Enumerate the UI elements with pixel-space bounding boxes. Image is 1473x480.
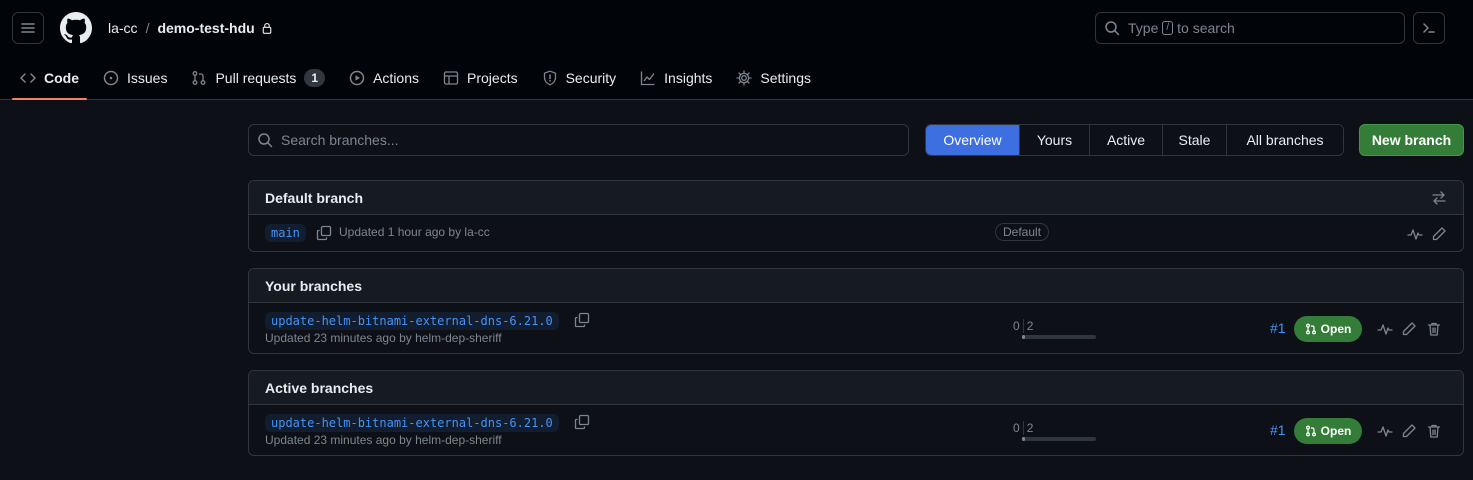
- activity-icon[interactable]: [1406, 225, 1424, 243]
- table-icon: [443, 71, 459, 85]
- pencil-icon[interactable]: [1430, 225, 1448, 243]
- graph-icon: [641, 71, 655, 86]
- section-title: Active branches: [265, 379, 374, 396]
- tab-insights-label: Insights: [664, 70, 713, 86]
- behind-count: 0: [1013, 421, 1020, 435]
- activity-icon[interactable]: [1376, 320, 1394, 338]
- pull-request-icon: [193, 71, 206, 85]
- tab-code-label: Code: [44, 70, 79, 86]
- pr-status-label: Open: [1320, 322, 1352, 336]
- app-header: la-cc / demo-test-hdu Type / to search C…: [0, 0, 1473, 100]
- tab-pull-requests-label: Pull requests: [215, 70, 297, 86]
- activity-icon[interactable]: [1376, 422, 1394, 440]
- breadcrumb: la-cc / demo-test-hdu: [108, 18, 273, 38]
- branch-name-link[interactable]: update-helm-bitnami-external-dns-6.21.0: [265, 414, 559, 432]
- ahead-behind-counts: 0 2: [1013, 421, 1033, 435]
- branch-updated-text: Updated 1 hour ago by la-cc: [339, 225, 490, 239]
- active-branches-header: Active branches: [249, 371, 1463, 405]
- copy-icon[interactable]: [315, 224, 333, 242]
- filter-yours[interactable]: Yours: [1020, 125, 1090, 155]
- trash-icon[interactable]: [1425, 422, 1443, 440]
- branch-row: main Updated 1 hour ago by la-cc Default: [249, 215, 1463, 251]
- ahead-count: 2: [1026, 421, 1034, 435]
- default-branch-header: Default branch: [249, 181, 1463, 215]
- tab-pull-requests[interactable]: Pull requests 1: [183, 56, 333, 100]
- tab-issues[interactable]: Issues: [95, 56, 175, 100]
- owner-link[interactable]: la-cc: [108, 20, 138, 36]
- shield-icon: [543, 70, 556, 86]
- terminal-icon: [1423, 23, 1435, 33]
- arrow-switch-icon[interactable]: [1431, 190, 1447, 209]
- repo-nav: Code Issues Pull requests 1 Actions Proj…: [12, 56, 827, 100]
- branch-row: update-helm-bitnami-external-dns-6.21.0 …: [249, 405, 1463, 455]
- filter-overview[interactable]: Overview: [926, 125, 1020, 155]
- copy-icon[interactable]: [573, 311, 591, 329]
- ahead-behind-bar: [1022, 437, 1096, 441]
- tab-insights[interactable]: Insights: [632, 56, 720, 100]
- tab-projects-label: Projects: [467, 70, 518, 86]
- branch-search-input[interactable]: Search branches...: [248, 124, 909, 156]
- ahead-count: 2: [1026, 319, 1034, 333]
- pencil-icon[interactable]: [1400, 320, 1418, 338]
- tab-security-label: Security: [565, 70, 617, 86]
- tab-security[interactable]: Security: [534, 56, 625, 100]
- github-logo-icon[interactable]: [60, 12, 92, 44]
- code-icon: [20, 73, 36, 83]
- breadcrumb-separator: /: [145, 20, 150, 36]
- branch-filter-tabs: Overview Yours Active Stale All branches: [925, 124, 1344, 156]
- tab-settings[interactable]: Settings: [728, 56, 819, 100]
- pull-request-icon: [1305, 323, 1316, 335]
- section-title: Your branches: [265, 277, 362, 294]
- tab-actions[interactable]: Actions: [341, 56, 427, 100]
- filter-all-branches[interactable]: All branches: [1227, 125, 1343, 155]
- search-icon: [1105, 21, 1120, 36]
- your-branches-section: Your branches update-helm-bitnami-extern…: [248, 268, 1464, 354]
- pr-status-open-badge[interactable]: Open: [1294, 418, 1362, 444]
- default-label-badge: Default: [995, 223, 1050, 241]
- tab-actions-label: Actions: [373, 70, 420, 86]
- copy-icon[interactable]: [573, 413, 591, 431]
- menu-button[interactable]: [12, 12, 44, 44]
- command-palette-button[interactable]: [1413, 12, 1445, 44]
- active-branches-section: Active branches update-helm-bitnami-exte…: [248, 370, 1464, 456]
- issue-icon: [103, 70, 119, 86]
- branch-updated-text: Updated 23 minutes ago by helm-dep-sheri…: [265, 331, 502, 345]
- repo-link[interactable]: demo-test-hdu: [157, 20, 254, 36]
- tab-code[interactable]: Code: [12, 56, 87, 100]
- pr-status-open-badge[interactable]: Open: [1294, 316, 1362, 342]
- ahead-behind-counts: 0 2: [1013, 319, 1033, 333]
- pull-request-link[interactable]: #1: [1270, 422, 1286, 438]
- pull-request-link[interactable]: #1: [1270, 320, 1286, 336]
- new-branch-button[interactable]: New branch: [1359, 124, 1464, 156]
- pr-status-label: Open: [1320, 424, 1352, 438]
- branch-name-link[interactable]: update-helm-bitnami-external-dns-6.21.0: [265, 312, 559, 330]
- branch-name-link[interactable]: main: [265, 224, 306, 242]
- global-search-input[interactable]: Type / to search: [1095, 12, 1405, 44]
- branch-row: update-helm-bitnami-external-dns-6.21.0 …: [249, 303, 1463, 353]
- tab-settings-label: Settings: [760, 70, 812, 86]
- section-title: Default branch: [265, 189, 364, 206]
- search-prefix: Type: [1128, 20, 1159, 36]
- your-branches-header: Your branches: [249, 269, 1463, 303]
- search-shortcut-key: /: [1162, 21, 1174, 35]
- search-suffix: to search: [1177, 20, 1235, 36]
- filter-active[interactable]: Active: [1090, 125, 1163, 155]
- filter-stale[interactable]: Stale: [1163, 125, 1227, 155]
- default-branch-section: Default branch main Updated 1 hour ago b…: [248, 180, 1464, 252]
- pull-requests-count: 1: [304, 69, 326, 87]
- play-icon: [349, 70, 365, 86]
- tab-issues-label: Issues: [127, 70, 168, 86]
- branch-search-placeholder: Search branches...: [281, 132, 399, 148]
- behind-count: 0: [1013, 319, 1020, 333]
- lock-icon: [261, 22, 273, 34]
- trash-icon[interactable]: [1425, 320, 1443, 338]
- gear-icon: [736, 70, 753, 86]
- pull-request-icon: [1305, 425, 1316, 437]
- ahead-behind-bar: [1022, 335, 1096, 339]
- search-icon: [258, 133, 273, 148]
- pencil-icon[interactable]: [1400, 422, 1418, 440]
- tab-projects[interactable]: Projects: [435, 56, 526, 100]
- branch-updated-text: Updated 23 minutes ago by helm-dep-sheri…: [265, 433, 502, 447]
- hamburger-icon: [21, 23, 35, 33]
